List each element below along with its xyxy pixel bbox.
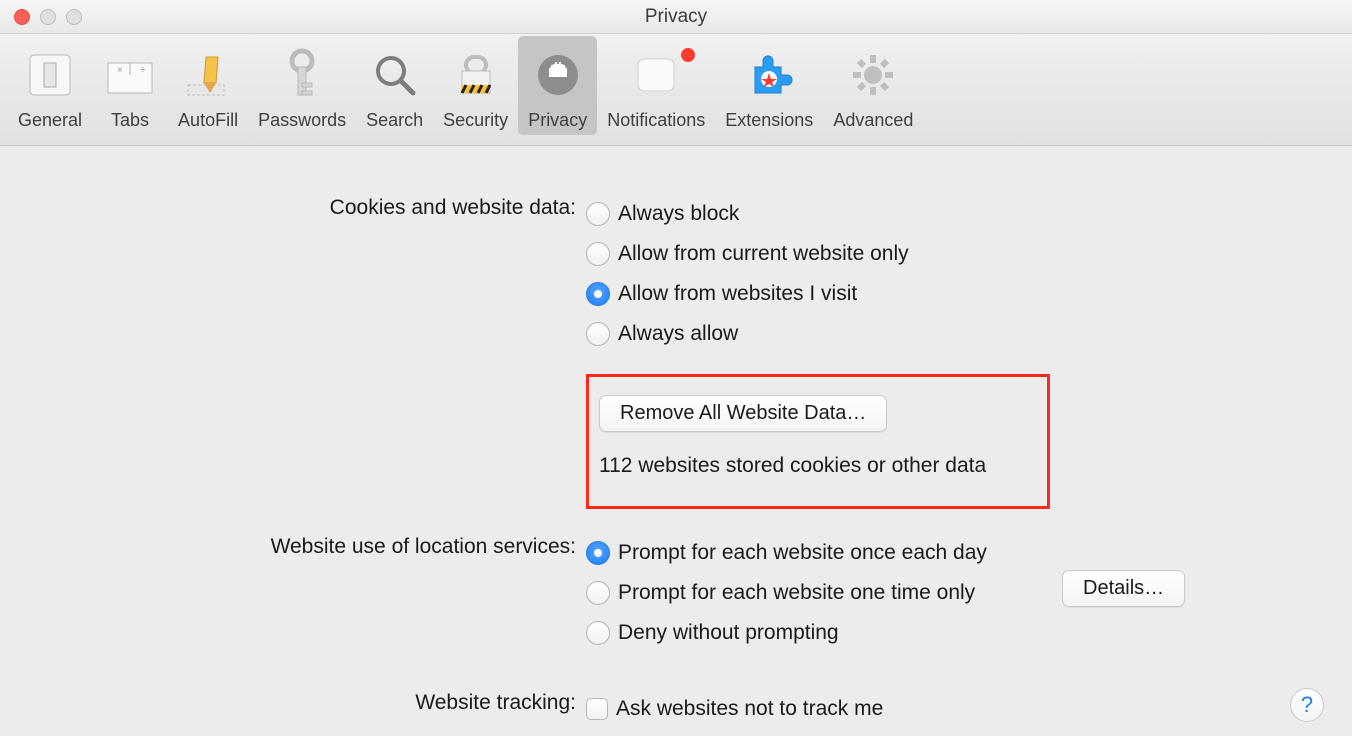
- radio-location-once-day[interactable]: Prompt for each website once each day: [586, 533, 987, 573]
- radio-cookies-always-allow[interactable]: Always allow: [586, 314, 1050, 354]
- checkbox-label: Ask websites not to track me: [616, 697, 883, 721]
- checkbox-do-not-track[interactable]: Ask websites not to track me: [586, 689, 883, 729]
- radio-icon: [586, 242, 610, 266]
- notification-badge-icon: [679, 46, 697, 64]
- tab-label: Search: [366, 110, 423, 131]
- window-title: Privacy: [0, 6, 1352, 28]
- radio-label: Deny without prompting: [618, 621, 839, 645]
- preferences-toolbar: General × + Tabs AutoFill: [0, 34, 1352, 146]
- tab-security[interactable]: Security: [433, 36, 518, 135]
- tab-search[interactable]: Search: [356, 36, 433, 135]
- tab-label: Tabs: [111, 110, 149, 131]
- content-area: Cookies and website data: Always block A…: [0, 146, 1352, 736]
- tab-notifications[interactable]: Notifications: [597, 36, 715, 135]
- svg-text:×: ×: [117, 65, 123, 76]
- tab-label: General: [18, 110, 82, 131]
- extensions-icon: [743, 42, 795, 108]
- radio-icon: [586, 282, 610, 306]
- radio-label: Allow from websites I visit: [618, 282, 857, 306]
- radio-icon: [586, 621, 610, 645]
- autofill-icon: [182, 42, 234, 108]
- checkbox-icon: [586, 698, 608, 720]
- radio-location-one-time[interactable]: Prompt for each website one time only: [586, 573, 987, 613]
- radio-location-deny[interactable]: Deny without prompting: [586, 613, 987, 653]
- general-icon: [24, 42, 76, 108]
- advanced-icon: [847, 42, 899, 108]
- tab-extensions[interactable]: Extensions: [715, 36, 823, 135]
- tab-autofill[interactable]: AutoFill: [168, 36, 248, 135]
- remove-all-website-data-button[interactable]: Remove All Website Data…: [599, 395, 887, 432]
- radio-cookies-visited[interactable]: Allow from websites I visit: [586, 274, 1050, 314]
- tab-label: Security: [443, 110, 508, 131]
- tab-label: AutoFill: [178, 110, 238, 131]
- annotation-highlight-box: Remove All Website Data… 112 websites st…: [586, 374, 1050, 509]
- radio-label: Always block: [618, 202, 739, 226]
- tab-general[interactable]: General: [8, 36, 92, 135]
- radio-icon: [586, 541, 610, 565]
- passwords-icon: [276, 42, 328, 108]
- tab-tabs[interactable]: × + Tabs: [92, 36, 168, 135]
- security-icon: [450, 42, 502, 108]
- radio-label: Prompt for each website one time only: [618, 581, 975, 605]
- titlebar: Privacy: [0, 0, 1352, 34]
- details-button[interactable]: Details…: [1062, 570, 1185, 607]
- radio-icon: [586, 322, 610, 346]
- tab-label: Extensions: [725, 110, 813, 131]
- notifications-icon: [630, 42, 682, 108]
- privacy-icon: [532, 42, 584, 108]
- help-button[interactable]: ?: [1290, 688, 1324, 722]
- help-icon: ?: [1301, 692, 1313, 718]
- radio-label: Prompt for each website once each day: [618, 541, 987, 565]
- tab-passwords[interactable]: Passwords: [248, 36, 356, 135]
- radio-icon: [586, 581, 610, 605]
- search-icon: [369, 42, 421, 108]
- tabs-icon: × +: [102, 42, 158, 108]
- tab-label: Advanced: [833, 110, 913, 131]
- radio-label: Always allow: [618, 322, 738, 346]
- tab-advanced[interactable]: Advanced: [823, 36, 923, 135]
- tracking-section-label: Website tracking:: [0, 689, 582, 715]
- cookies-section-label: Cookies and website data:: [0, 194, 582, 220]
- radio-cookies-always-block[interactable]: Always block: [586, 194, 1050, 234]
- tab-label: Passwords: [258, 110, 346, 131]
- tab-label: Notifications: [607, 110, 705, 131]
- location-section-label: Website use of location services:: [0, 533, 582, 559]
- stored-websites-text: 112 websites stored cookies or other dat…: [599, 454, 1037, 478]
- tab-privacy[interactable]: Privacy: [518, 36, 597, 135]
- svg-text:+: +: [140, 65, 146, 76]
- radio-label: Allow from current website only: [618, 242, 909, 266]
- tab-label: Privacy: [528, 110, 587, 131]
- radio-cookies-current-only[interactable]: Allow from current website only: [586, 234, 1050, 274]
- radio-icon: [586, 202, 610, 226]
